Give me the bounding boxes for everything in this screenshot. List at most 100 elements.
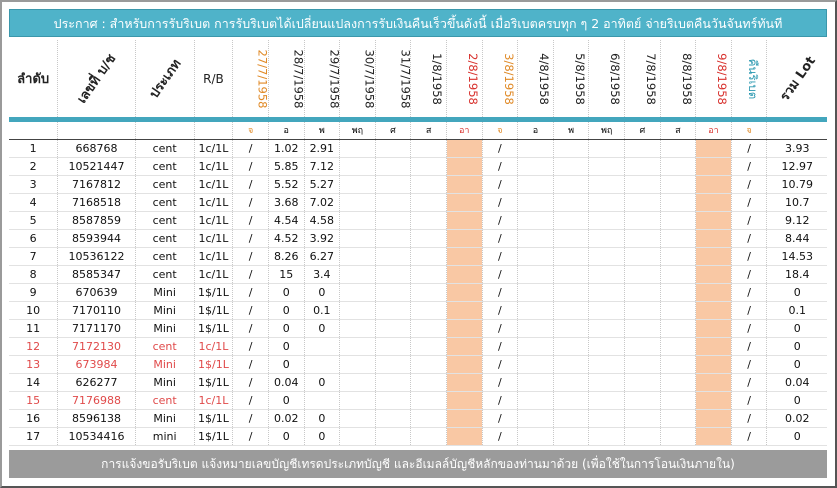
row-date-cell: 0 [268,427,305,446]
header-date: 31/7/1958 [375,40,412,117]
table-row: 14 626277 Mini 1$/1L/0.04 0//0.04 [9,373,827,392]
row-date-cell [375,409,412,428]
header-type: ประเภท [135,40,195,117]
row-rb: 1c/1L [194,193,234,212]
row-date-cell: / [482,391,519,410]
row-order: 7 [9,247,59,266]
row-date-cell: / [232,157,269,176]
row-date-cell [446,175,483,194]
row-date-cell: / [232,391,269,410]
row-rb: 1$/1L [194,427,234,446]
row-date-cell [624,157,661,176]
row-date-cell [339,211,376,230]
row-date-cell [588,229,625,248]
row-date-cell [375,337,412,356]
row-type: cent [135,175,195,194]
weekday-cell: พฤ [588,122,625,140]
row-rb: 1$/1L [194,319,234,338]
row-date-cell [553,355,590,374]
row-date-cell [660,391,697,410]
row-date-cell [695,355,732,374]
row-date-cell: 7.12 [304,157,341,176]
row-refund: / [731,301,768,320]
row-date-cell [304,337,341,356]
row-date-cell [446,337,483,356]
row-date-cell [553,373,590,392]
row-date-cell [339,337,376,356]
row-date-cell [410,157,447,176]
row-type: Mini [135,301,195,320]
row-date-cell [624,175,661,194]
row-date-cell [339,301,376,320]
row-date-cell: 0.04 [268,373,305,392]
row-date-cell: / [482,193,519,212]
row-date-cell [375,193,412,212]
row-date-cell [446,211,483,230]
table-row: 16 8596138 Mini 1$/1L/0.02 0//0.02 [9,409,827,428]
row-date-cell [624,283,661,302]
row-date-cell [339,247,376,266]
row-date-cell [660,373,697,392]
row-date-cell [588,373,625,392]
row-account: 7172130 [57,337,136,356]
row-rb: 1c/1L [194,139,234,158]
row-date-cell [446,193,483,212]
row-date-cell [588,319,625,338]
row-date-cell: 0 [268,391,305,410]
row-date-cell [588,355,625,374]
header-date: 27/7/1958 [232,40,269,117]
row-rb: 1c/1L [194,229,234,248]
table-row: 17 10534416 mini 1$/1L/0 0//0 [9,427,827,446]
row-rb: 1c/1L [194,211,234,230]
rebate-table: ลำดับ เลขที่ บ/ช ประเภท R/B 27/7/1958 28… [9,40,827,446]
row-refund: / [731,373,768,392]
row-date-cell: 0 [304,283,341,302]
row-date-cell [624,391,661,410]
row-date-cell [375,229,412,248]
row-date-cell [695,157,732,176]
row-total: 0 [766,319,827,338]
row-date-cell [410,265,447,284]
row-date-cell [588,265,625,284]
row-date-cell [375,319,412,338]
row-date-cell [588,157,625,176]
row-order: 10 [9,301,59,320]
row-date-cell: / [232,283,269,302]
row-date-cell [588,139,625,158]
weekday-cell: อา [446,122,483,140]
row-total: 0 [766,337,827,356]
weekday-cell: ส [410,122,447,140]
row-date-cell: / [232,175,269,194]
header-date: 30/7/1958 [339,40,376,117]
row-date-cell [375,355,412,374]
row-date-cell [375,283,412,302]
row-date-cell [660,301,697,320]
row-date-cell: / [482,229,519,248]
row-date-cell [624,319,661,338]
row-date-cell [695,373,732,392]
row-account: 670639 [57,283,136,302]
header-date: 8/8/1958 [660,40,697,117]
footer-notice-bar: การแจ้งขอรับริเบต แจ้งหมายเลขบัญชีเทรดปร… [9,450,827,478]
row-date-cell [553,337,590,356]
row-date-cell: 0 [268,283,305,302]
row-date-cell: 0 [304,409,341,428]
row-date-cell: 6.27 [304,247,341,266]
table-row: 9 670639 Mini 1$/1L/0 0//0 [9,283,827,302]
announcement-bar: ประกาศ : สำหรับการรับริเบต การรับริเบตได… [9,9,827,37]
row-date-cell [339,157,376,176]
header-total: รวม Lot [777,53,819,105]
row-account: 10536122 [57,247,136,266]
row-date-cell [553,409,590,428]
row-date-cell [553,175,590,194]
row-date-cell: / [232,427,269,446]
weekday-cell: จ [482,122,519,140]
row-refund: / [731,193,768,212]
row-rb: 1c/1L [194,265,234,284]
header-date: 28/7/1958 [268,40,305,117]
row-date-cell [624,265,661,284]
row-date-cell [517,193,554,212]
row-date-cell [410,139,447,158]
row-date-cell: / [482,355,519,374]
table-row: 15 7176988 cent 1c/1L/0//0 [9,391,827,410]
